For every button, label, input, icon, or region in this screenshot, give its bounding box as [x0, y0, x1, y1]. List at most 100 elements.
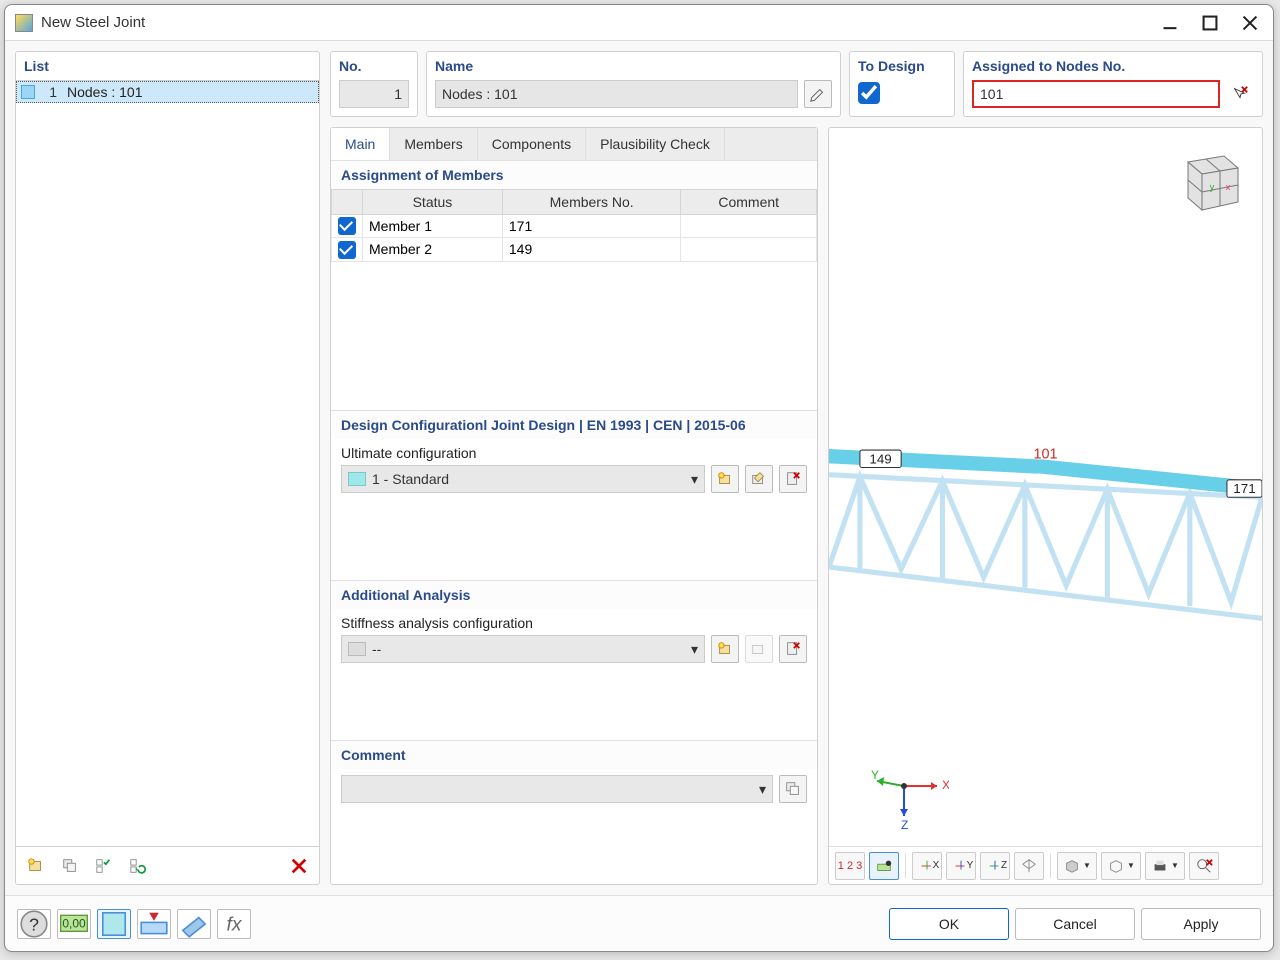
- fx-icon[interactable]: fx: [217, 909, 251, 939]
- remove-analysis-icon[interactable]: [779, 635, 807, 663]
- edit-name-icon[interactable]: [804, 80, 832, 108]
- checklist-icon[interactable]: [90, 852, 118, 880]
- show-dimensions-icon[interactable]: [869, 852, 899, 880]
- delete-icon[interactable]: [285, 852, 313, 880]
- stiffness-label: Stiffness analysis configuration: [341, 615, 807, 631]
- analysis-section: Additional Analysis Stiffness analysis c…: [331, 580, 817, 740]
- render-mode-icon[interactable]: ▼: [1057, 852, 1097, 880]
- remove-config-icon[interactable]: [779, 465, 807, 493]
- list-item[interactable]: 1 Nodes : 101: [16, 81, 319, 103]
- name-group: Name Nodes : 101: [426, 51, 841, 117]
- tabstrip: Main Members Components Plausibility Che…: [331, 128, 817, 160]
- table-row[interactable]: Member 2 149: [332, 238, 817, 261]
- dialog-footer: ? 0,00 fx OK Cancel Apply: [5, 895, 1273, 951]
- cancel-button[interactable]: Cancel: [1015, 908, 1135, 940]
- tab-main[interactable]: Main: [331, 128, 390, 160]
- no-field[interactable]: 1: [339, 80, 409, 108]
- svg-text:Z: Z: [901, 818, 908, 831]
- assignment-header: Assignment of Members: [331, 161, 817, 189]
- design-header: Design Configurationl Joint Design | EN …: [331, 411, 817, 439]
- viewer-scene[interactable]: x y: [829, 128, 1262, 846]
- new-analysis-icon[interactable]: [711, 635, 739, 663]
- row-check[interactable]: [332, 238, 363, 261]
- copy-item-icon[interactable]: [56, 852, 84, 880]
- comment-field[interactable]: ▾: [341, 775, 773, 803]
- units-icon[interactable]: 0,00: [57, 909, 91, 939]
- svg-text:0,00: 0,00: [62, 916, 86, 930]
- member-dialog-icon[interactable]: [137, 909, 171, 939]
- svg-text:X: X: [942, 778, 949, 792]
- show-numbers-icon[interactable]: 1 2 3: [835, 852, 865, 880]
- color-icon[interactable]: [97, 909, 131, 939]
- svg-text:fx: fx: [227, 914, 243, 935]
- new-item-icon[interactable]: [22, 852, 50, 880]
- app-icon: [15, 14, 33, 32]
- maximize-button[interactable]: [1201, 14, 1219, 32]
- analysis-header: Additional Analysis: [331, 581, 817, 609]
- assigned-header: Assigned to Nodes No.: [972, 58, 1254, 74]
- view-x-icon[interactable]: X: [912, 852, 942, 880]
- comment-section: Comment ▾: [331, 740, 817, 884]
- comment-header: Comment: [331, 741, 817, 769]
- view-y-icon[interactable]: Y: [946, 852, 976, 880]
- view-z-icon[interactable]: Z: [980, 852, 1010, 880]
- close-button[interactable]: [1241, 14, 1259, 32]
- minimize-button[interactable]: [1161, 14, 1179, 32]
- titlebar: New Steel Joint: [5, 5, 1273, 41]
- viewer-toolbar: 1 2 3 X Y Z ▼ ▼ ▼: [829, 846, 1262, 884]
- to-design-header: To Design: [858, 58, 946, 74]
- name-field[interactable]: Nodes : 101: [435, 80, 798, 108]
- table-row[interactable]: Member 1 171: [332, 215, 817, 238]
- col-status: Status: [363, 190, 503, 215]
- design-section: Design Configurationl Joint Design | EN …: [331, 410, 817, 580]
- list-header: List: [16, 52, 319, 80]
- list-item-check[interactable]: [17, 81, 39, 103]
- member-left-label: 149: [869, 451, 891, 466]
- to-design-group: To Design: [849, 51, 955, 117]
- zoom-cancel-icon[interactable]: [1189, 852, 1219, 880]
- tab-components[interactable]: Components: [478, 128, 586, 160]
- edit-analysis-icon: [745, 635, 773, 663]
- list-item-num: 1: [39, 84, 63, 100]
- assigned-field[interactable]: 101: [972, 80, 1220, 108]
- new-config-icon[interactable]: [711, 465, 739, 493]
- coord-axes-icon: X Y Z: [869, 761, 949, 836]
- member-right-label: 171: [1233, 481, 1255, 496]
- chevron-down-icon: ▾: [691, 641, 698, 658]
- config-swatch: [348, 642, 366, 656]
- wireframe-icon[interactable]: ▼: [1101, 852, 1141, 880]
- stiffness-select[interactable]: -- ▾: [341, 635, 705, 663]
- col-comment: Comment: [681, 190, 817, 215]
- to-design-checkbox[interactable]: [858, 82, 880, 104]
- list-panel: List 1 Nodes : 101: [15, 51, 320, 885]
- no-header: No.: [339, 58, 409, 74]
- viewer-panel: x y: [828, 127, 1263, 885]
- comment-library-icon[interactable]: [779, 775, 807, 803]
- ultimate-select[interactable]: 1 - Standard ▾: [341, 465, 705, 493]
- tabs-panel: Main Members Components Plausibility Che…: [330, 127, 818, 885]
- print-icon[interactable]: ▼: [1145, 852, 1185, 880]
- edit-config-icon[interactable]: [745, 465, 773, 493]
- ok-button[interactable]: OK: [889, 908, 1009, 940]
- chevron-down-icon: ▾: [759, 781, 766, 798]
- row-check[interactable]: [332, 215, 363, 238]
- name-header: Name: [435, 58, 832, 74]
- apply-button[interactable]: Apply: [1141, 908, 1261, 940]
- config-swatch: [348, 472, 366, 486]
- isometric-icon[interactable]: [1014, 852, 1044, 880]
- pick-node-icon[interactable]: [1226, 80, 1254, 108]
- tab-plausibility[interactable]: Plausibility Check: [586, 128, 725, 160]
- plate-icon[interactable]: [177, 909, 211, 939]
- list-item-label: Nodes : 101: [63, 84, 143, 100]
- dialog-window: New Steel Joint List 1 Nodes : 101: [4, 4, 1274, 952]
- assigned-group: Assigned to Nodes No. 101: [963, 51, 1263, 117]
- node-label: 101: [1033, 446, 1057, 462]
- list-body[interactable]: 1 Nodes : 101: [16, 80, 319, 846]
- col-members-no: Members No.: [502, 190, 681, 215]
- chevron-down-icon: ▾: [691, 471, 698, 488]
- help-icon[interactable]: ?: [17, 909, 51, 939]
- tab-members[interactable]: Members: [390, 128, 477, 160]
- svg-text:?: ?: [29, 914, 39, 934]
- refresh-check-icon[interactable]: [124, 852, 152, 880]
- ultimate-label: Ultimate configuration: [341, 445, 807, 461]
